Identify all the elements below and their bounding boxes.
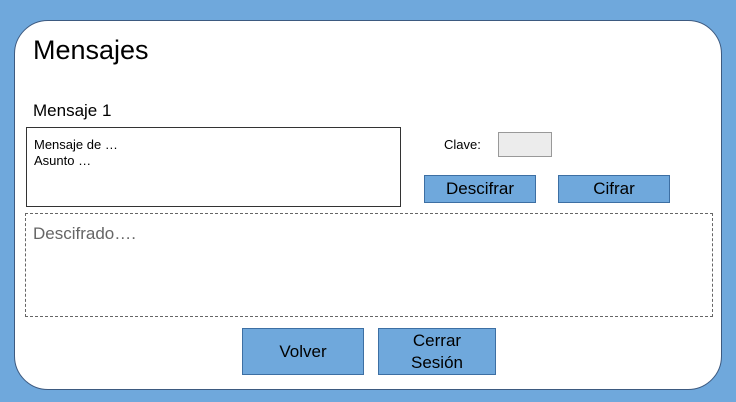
- message-heading: Mensaje 1: [33, 101, 112, 120]
- encrypt-button[interactable]: Cifrar: [558, 175, 670, 203]
- logout-label-line2: Sesión: [411, 352, 463, 372]
- message-from-line: Mensaje de …: [34, 137, 118, 152]
- key-input[interactable]: [498, 132, 552, 157]
- message-preview-box: Mensaje de … Asunto …: [26, 127, 401, 207]
- page-title: Mensajes: [33, 35, 149, 65]
- key-label: Clave:: [444, 137, 481, 152]
- logout-label-line1: Cerrar: [412, 330, 462, 350]
- back-button[interactable]: Volver: [242, 328, 364, 375]
- decrypt-button[interactable]: Descifrar: [424, 175, 536, 203]
- decrypted-output-placeholder: Descifrado….: [33, 224, 136, 243]
- logout-button[interactable]: Cerrar Sesión: [378, 328, 496, 375]
- decrypted-output-area[interactable]: Descifrado….: [25, 213, 713, 317]
- message-subject-line: Asunto …: [34, 153, 92, 168]
